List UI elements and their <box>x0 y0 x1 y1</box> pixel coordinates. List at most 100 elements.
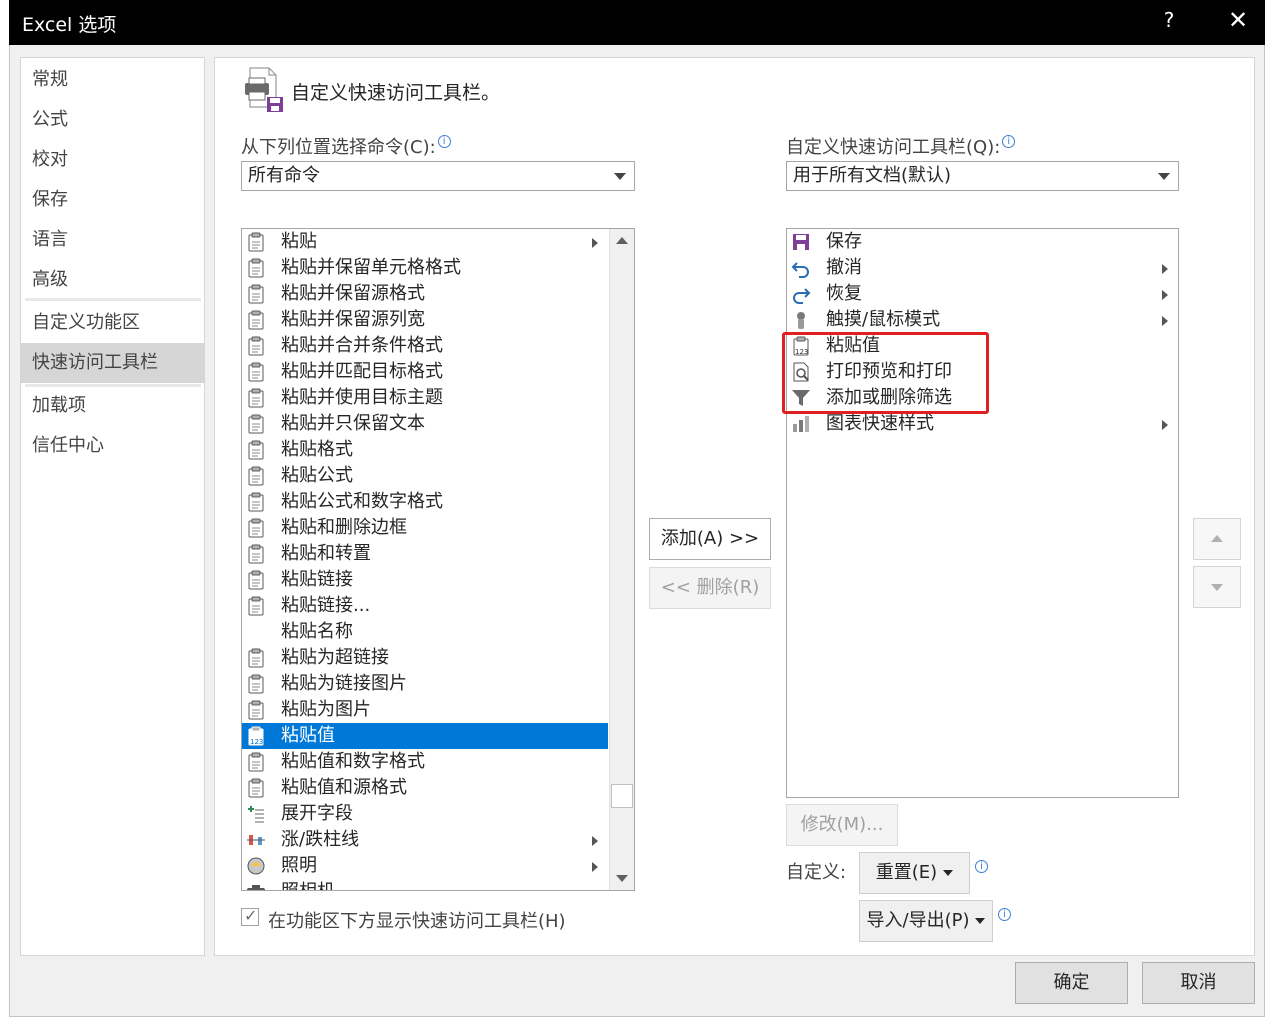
close-button[interactable]: ✕ <box>1223 6 1253 34</box>
dropdown-arrow-icon <box>975 918 986 924</box>
command-item-label: 粘贴和转置 <box>281 543 371 564</box>
paste-no-borders-icon <box>248 518 264 538</box>
submenu-arrow-icon <box>592 836 598 846</box>
command-item[interactable]: 粘贴并使用目标主题 <box>242 385 608 411</box>
nav-item-save[interactable]: 保存 <box>21 180 204 220</box>
command-item-label: 粘贴值 <box>281 725 335 746</box>
lighting-icon <box>247 857 265 875</box>
command-item[interactable]: 粘贴公式和数字格式 <box>242 489 608 515</box>
command-item-label: 粘贴名称 <box>281 621 353 642</box>
toolbar-item[interactable]: 撤消 <box>787 255 1178 281</box>
command-item[interactable]: 粘贴链接 <box>242 567 608 593</box>
command-item[interactable]: 粘贴并保留单元格格式 <box>242 255 608 281</box>
toolbar-item[interactable]: 保存 <box>787 229 1178 255</box>
options-nav: 常规 公式 校对 保存 语言 高级 自定义功能区 快速访问工具栏 加载项 信任中… <box>20 57 205 956</box>
command-item[interactable]: 照相机 <box>242 879 608 890</box>
nav-item-general[interactable]: 常规 <box>21 60 204 100</box>
command-item[interactable]: 粘贴值和源格式 <box>242 775 608 801</box>
command-item[interactable]: 粘贴值和数字格式 <box>242 749 608 775</box>
command-item-label: 粘贴公式和数字格式 <box>281 491 443 512</box>
choose-commands-label: 从下列位置选择命令(C): i <box>241 133 451 159</box>
command-item[interactable]: 粘贴名称 <box>242 619 608 645</box>
command-item[interactable]: 123 粘贴值 <box>242 723 608 749</box>
command-item[interactable]: 粘贴链接... <box>242 593 608 619</box>
submenu-arrow-icon <box>1162 316 1168 326</box>
nav-item-add-ins[interactable]: 加载项 <box>21 386 204 426</box>
command-item-label: 照相机 <box>281 879 335 890</box>
move-down-button[interactable] <box>1193 566 1241 608</box>
nav-item-language[interactable]: 语言 <box>21 220 204 260</box>
toolbar-item-label: 恢复 <box>826 283 862 304</box>
command-item[interactable]: 粘贴并保留源格式 <box>242 281 608 307</box>
scroll-thumb[interactable] <box>611 784 633 808</box>
title-bar: Excel 选项 ? ✕ <box>9 0 1265 45</box>
customize-qat-dropdown[interactable]: 用于所有文档(默认) <box>786 161 1179 191</box>
command-item-label: 粘贴并使用目标主题 <box>281 387 443 408</box>
paste-linked-picture-icon <box>248 674 264 694</box>
command-item[interactable]: 粘贴并保留源列宽 <box>242 307 608 333</box>
submenu-arrow-icon <box>1162 420 1168 430</box>
nav-item-quick-access-toolbar[interactable]: 快速访问工具栏 <box>21 343 204 383</box>
choose-commands-dropdown[interactable]: 所有命令 <box>241 161 635 191</box>
nav-item-advanced[interactable]: 高级 <box>21 260 204 300</box>
toolbar-item-label: 撤消 <box>826 257 862 278</box>
chart-styles-icon <box>793 416 809 432</box>
info-icon: i <box>437 135 451 148</box>
command-item[interactable]: 粘贴并匹配目标格式 <box>242 359 608 385</box>
command-item[interactable]: 粘贴格式 <box>242 437 608 463</box>
toolbar-items-list[interactable]: 保存 撤消 恢复 触摸/鼠标模式 123 粘贴值 打印预览和打印 添加或删除筛选 图表快速样式 <box>786 228 1179 798</box>
help-button[interactable]: ? <box>1157 8 1181 32</box>
show-below-ribbon-checkbox[interactable] <box>241 906 259 926</box>
command-item-label: 粘贴链接... <box>281 595 371 616</box>
commands-list[interactable]: 粘贴 粘贴并保留单元格格式 粘贴并保留源格式 粘贴并保留源列宽 粘贴并合并条件格式 粘贴并… <box>241 228 635 891</box>
commands-list-scrollbar[interactable] <box>609 229 634 890</box>
nav-item-trust-center[interactable]: 信任中心 <box>21 426 204 466</box>
page-heading: 自定义快速访问工具栏。 <box>291 82 501 104</box>
command-item-label: 粘贴值和数字格式 <box>281 751 425 772</box>
command-item-label: 涨/跌柱线 <box>281 829 360 850</box>
command-item[interactable]: 粘贴为超链接 <box>242 645 608 671</box>
toolbar-item[interactable]: 触摸/鼠标模式 <box>787 307 1178 333</box>
command-item[interactable]: 涨/跌柱线 <box>242 827 608 853</box>
toolbar-item[interactable]: 恢复 <box>787 281 1178 307</box>
nav-item-proofing[interactable]: 校对 <box>21 140 204 180</box>
ok-button[interactable]: 确定 <box>1015 962 1128 1004</box>
submenu-arrow-icon <box>592 862 598 872</box>
command-item-label: 粘贴为链接图片 <box>281 673 407 694</box>
modify-button[interactable]: 修改(M)... <box>786 804 898 846</box>
nav-item-customize-ribbon[interactable]: 自定义功能区 <box>21 303 204 343</box>
command-item[interactable]: 粘贴并合并条件格式 <box>242 333 608 359</box>
paste-formatting-icon <box>248 440 264 460</box>
info-icon: i <box>1002 135 1016 148</box>
command-item[interactable]: 粘贴 <box>242 229 608 255</box>
paste-keep-formatting-icon <box>248 258 264 278</box>
paste-picture-icon <box>248 700 264 720</box>
command-item[interactable]: 展开字段 <box>242 801 608 827</box>
command-item[interactable]: 粘贴和转置 <box>242 541 608 567</box>
remove-button[interactable]: << 删除(R) <box>649 567 771 609</box>
paste-link-dialog-icon <box>248 596 264 616</box>
toolbar-item[interactable]: 图表快速样式 <box>787 411 1178 437</box>
scroll-up-button[interactable] <box>610 229 634 253</box>
paste-formulas-icon <box>248 466 264 486</box>
command-item[interactable]: 照明 <box>242 853 608 879</box>
command-item[interactable]: 粘贴和删除边框 <box>242 515 608 541</box>
paste-hyperlink-icon <box>248 648 264 668</box>
command-item-label: 粘贴并合并条件格式 <box>281 335 443 356</box>
nav-item-formulas[interactable]: 公式 <box>21 100 204 140</box>
cancel-button[interactable]: 取消 <box>1142 962 1255 1004</box>
customize-qat-label-text: 自定义快速访问工具栏(Q): <box>786 137 1001 158</box>
command-item[interactable]: 粘贴为图片 <box>242 697 608 723</box>
move-up-button[interactable] <box>1193 518 1241 560</box>
toolbar-item-label: 图表快速样式 <box>826 413 934 434</box>
command-item[interactable]: 粘贴公式 <box>242 463 608 489</box>
command-item-label: 粘贴并保留单元格格式 <box>281 257 461 278</box>
reset-button[interactable]: 重置(E) <box>859 852 970 894</box>
info-icon: i <box>998 908 1011 921</box>
command-item-label: 粘贴公式 <box>281 465 353 486</box>
scroll-down-button[interactable] <box>610 866 634 890</box>
command-item[interactable]: 粘贴为链接图片 <box>242 671 608 697</box>
import-export-button[interactable]: 导入/导出(P) <box>859 900 993 942</box>
command-item[interactable]: 粘贴并只保留文本 <box>242 411 608 437</box>
add-button[interactable]: 添加(A) >> <box>649 518 771 560</box>
